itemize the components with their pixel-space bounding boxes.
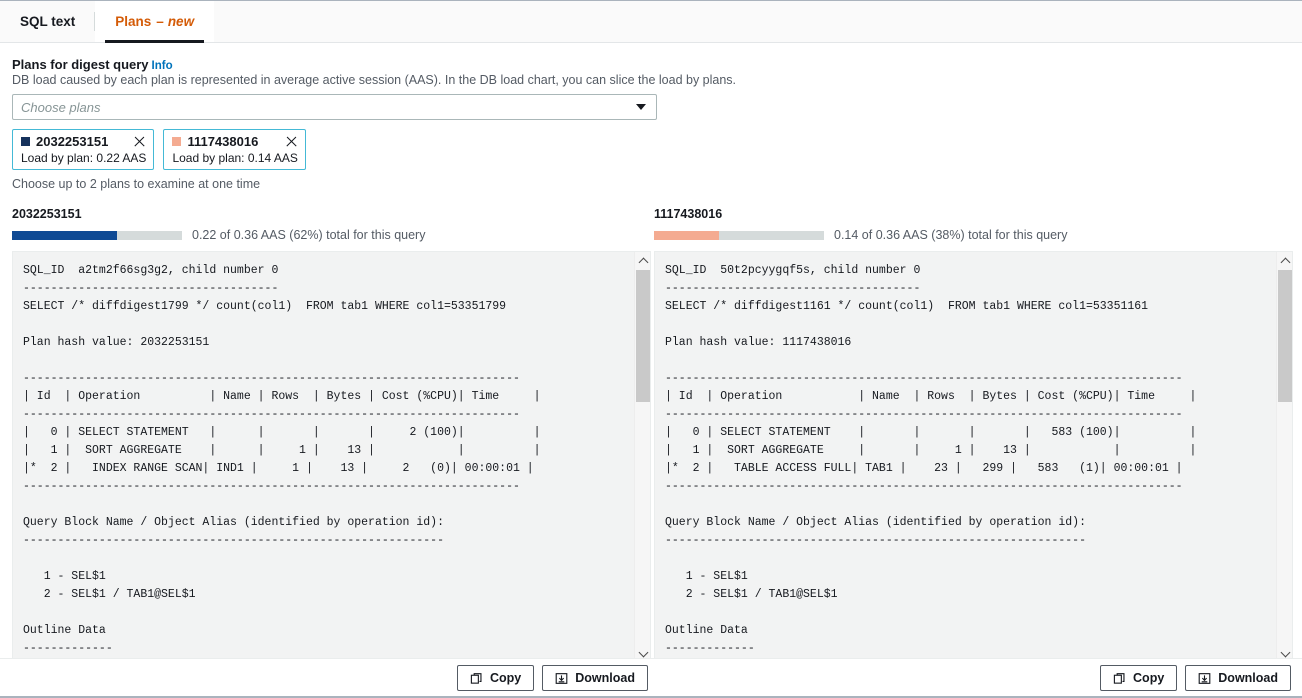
plan-chip-header: 2032253151	[21, 134, 146, 149]
copy-button-label: Copy	[490, 671, 521, 685]
download-button-label: Download	[1218, 671, 1278, 685]
footer-actions: Copy Download Copy Download	[0, 658, 1302, 696]
page-title-text: Plans for digest query	[12, 57, 149, 72]
chevron-down-icon	[636, 104, 646, 110]
plan-chip-load: Load by plan: 0.22 AAS	[21, 151, 146, 165]
plan-chip[interactable]: 1117438016 Load by plan: 0.14 AAS	[163, 129, 305, 170]
plan-code-scrollbar[interactable]	[1276, 252, 1292, 662]
download-icon	[1198, 672, 1211, 685]
plan-code-text: SQL_ID 50t2pcyygqf5s, child number 0 ---…	[665, 262, 1266, 658]
tab-sql-text[interactable]: SQL text	[0, 1, 95, 42]
plan-chip-id: 1117438016	[187, 134, 267, 149]
plan-panel-left: 2032253151 0.22 of 0.36 AAS (62%) total …	[12, 207, 651, 663]
plan-color-swatch	[172, 137, 181, 146]
tab-bar: SQL text Plans – new	[0, 1, 1302, 43]
left-panel-actions: Copy Download	[457, 665, 648, 691]
plan-code-scrollbar[interactable]	[634, 252, 650, 662]
download-button-label: Download	[575, 671, 635, 685]
section-description: DB load caused by each plan is represent…	[12, 73, 1290, 88]
plan-load-progress-fill	[654, 231, 719, 240]
plan-load-text: 0.22 of 0.36 AAS (62%) total for this qu…	[192, 228, 425, 242]
tab-plans-label: Plans	[115, 14, 151, 29]
download-icon	[555, 672, 568, 685]
tab-plans-new-badge: new	[168, 14, 194, 29]
selected-plan-chips: 2032253151 Load by plan: 0.22 AAS 111743…	[12, 129, 1290, 170]
copy-icon	[470, 672, 483, 685]
copy-button-right[interactable]: Copy	[1100, 665, 1177, 691]
copy-icon	[1113, 672, 1126, 685]
plan-chip-id: 2032253151	[36, 134, 116, 149]
plan-load-text: 0.14 of 0.36 AAS (38%) total for this qu…	[834, 228, 1067, 242]
copy-button-left[interactable]: Copy	[457, 665, 534, 691]
scrollbar-thumb[interactable]	[636, 270, 650, 402]
download-button-left[interactable]: Download	[542, 665, 648, 691]
plan-code-container[interactable]: SQL_ID 50t2pcyygqf5s, child number 0 ---…	[654, 251, 1293, 663]
download-button-right[interactable]: Download	[1185, 665, 1291, 691]
plan-chip-header: 1117438016	[172, 134, 297, 149]
plan-panels: 2032253151 0.22 of 0.36 AAS (62%) total …	[12, 207, 1290, 663]
choose-plans-select[interactable]: Choose plans	[12, 94, 657, 120]
tab-sql-text-label: SQL text	[20, 14, 75, 29]
close-icon[interactable]	[132, 135, 146, 149]
copy-button-label: Copy	[1133, 671, 1164, 685]
plan-panel-title: 1117438016	[654, 207, 1293, 221]
plans-comparison-page: SQL text Plans – new Plans for digest qu…	[0, 0, 1302, 698]
plan-load-row: 0.22 of 0.36 AAS (62%) total for this qu…	[12, 228, 651, 242]
scroll-up-icon[interactable]	[1277, 252, 1293, 269]
plan-color-swatch	[21, 137, 30, 146]
page-title: Plans for digest queryInfo	[12, 57, 1290, 72]
plan-load-progress-fill	[12, 231, 117, 240]
info-link[interactable]: Info	[152, 60, 173, 72]
plan-panel-right: 1117438016 0.14 of 0.36 AAS (38%) total …	[651, 207, 1293, 663]
scroll-up-icon[interactable]	[635, 252, 651, 269]
plan-load-progressbar	[12, 231, 182, 240]
right-panel-actions: Copy Download	[1100, 665, 1291, 691]
plan-chip[interactable]: 2032253151 Load by plan: 0.22 AAS	[12, 129, 154, 170]
plan-code-container[interactable]: SQL_ID a2tm2f66sg3g2, child number 0 ---…	[12, 251, 651, 663]
plan-load-row: 0.14 of 0.36 AAS (38%) total for this qu…	[654, 228, 1293, 242]
content-area: Plans for digest queryInfo DB load cause…	[0, 43, 1302, 663]
plan-code-text: SQL_ID a2tm2f66sg3g2, child number 0 ---…	[23, 262, 624, 658]
plan-load-progressbar	[654, 231, 824, 240]
tab-plans[interactable]: Plans – new	[95, 1, 214, 42]
choose-plans-placeholder: Choose plans	[21, 100, 636, 115]
scrollbar-thumb[interactable]	[1278, 270, 1292, 402]
tab-plans-dash: –	[156, 14, 164, 29]
plan-chip-load: Load by plan: 0.14 AAS	[172, 151, 297, 165]
close-icon[interactable]	[284, 135, 298, 149]
plan-panel-title: 2032253151	[12, 207, 651, 221]
plan-limit-hint: Choose up to 2 plans to examine at one t…	[12, 177, 1290, 191]
